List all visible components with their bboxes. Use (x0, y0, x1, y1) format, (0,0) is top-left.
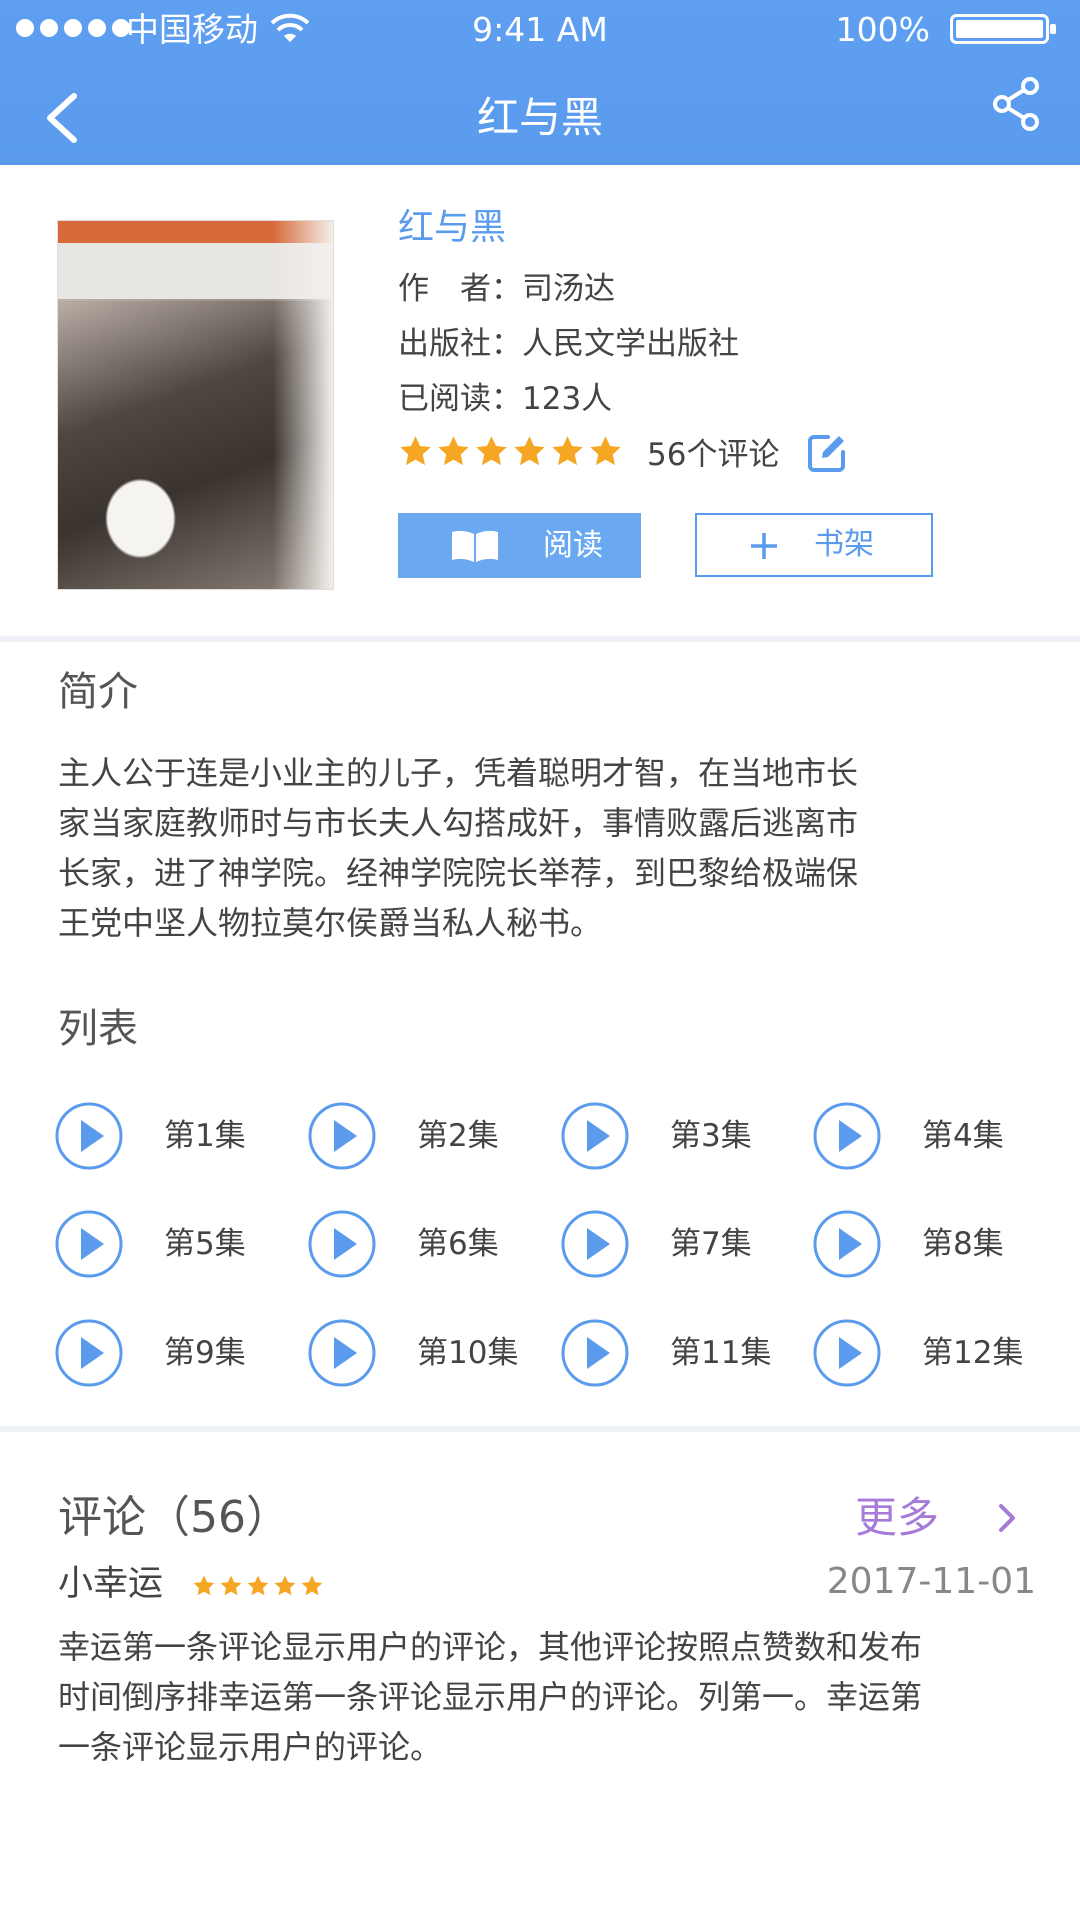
episode-item[interactable]: 第3集 (560, 1100, 800, 1172)
play-icon[interactable] (54, 1209, 124, 1279)
episode-label: 第8集 (922, 1226, 1004, 1262)
star-icon (552, 435, 583, 465)
read-count-value: 123人 (522, 381, 613, 417)
play-icon[interactable] (812, 1101, 882, 1171)
comment-text: 幸运第一条评论显示用户的评论，其他评论按照点赞数和发布 时间倒序排幸运第一条评论… (58, 1622, 1038, 1772)
episode-item[interactable]: 第10集 (307, 1317, 547, 1389)
rating-row: 56个评论 (398, 428, 779, 474)
episode-item[interactable]: 第7集 (560, 1208, 800, 1280)
episode-item[interactable]: 第1集 (54, 1100, 294, 1172)
comment-line: 时间倒序排幸运第一条评论显示用户的评论。列第一。幸运第 (58, 1678, 923, 1716)
star-icon (274, 1575, 296, 1596)
episode-label: 第1集 (164, 1118, 246, 1154)
intro-text: 主人公于连是小业主的儿子，凭着聪明才智，在当地市长 家当家庭教师时与市长夫人勾搭… (58, 748, 968, 948)
episode-label: 第9集 (164, 1335, 246, 1371)
play-icon[interactable] (307, 1101, 377, 1171)
more-comments-link[interactable]: 更多 (855, 1490, 939, 1546)
comment-line: 幸运第一条评论显示用户的评论，其他评论按照点赞数和发布 (58, 1628, 923, 1666)
episode-item[interactable]: 第12集 (812, 1317, 1052, 1389)
author-value: 司汤达 (522, 271, 615, 307)
episode-label: 第6集 (417, 1226, 499, 1262)
episode-item[interactable]: 第11集 (560, 1317, 800, 1389)
episode-item[interactable]: 第8集 (812, 1208, 1052, 1280)
play-icon[interactable] (560, 1318, 630, 1388)
author-label: 作 者： (398, 271, 522, 307)
episode-list-heading: 列表 (58, 1006, 138, 1052)
edit-review-icon[interactable] (806, 432, 848, 474)
publisher-label: 出版社： (398, 326, 522, 362)
intro-line: 王党中坚人物拉莫尔侯爵当私人秘书。 (58, 904, 603, 942)
publisher-row: 出版社：人民文学出版社 (398, 323, 739, 365)
publisher-value: 人民文学出版社 (522, 326, 739, 362)
episode-item[interactable]: 第9集 (54, 1317, 294, 1389)
episode-item[interactable]: 第6集 (307, 1208, 547, 1280)
episode-label: 第7集 (670, 1226, 752, 1262)
read-button[interactable]: 阅读 (398, 513, 641, 578)
play-icon[interactable] (54, 1318, 124, 1388)
episode-label: 第11集 (670, 1335, 772, 1371)
play-icon[interactable] (560, 1101, 630, 1171)
share-icon[interactable] (992, 76, 1042, 132)
episode-item[interactable]: 第5集 (54, 1208, 294, 1280)
episode-label: 第2集 (417, 1118, 499, 1154)
app-header: 中国移动 9:41 AM 100% 红与黑 (0, 0, 1080, 165)
author-row: 作 者：司汤达 (398, 268, 615, 310)
open-book-icon (452, 530, 498, 562)
episode-label: 第12集 (922, 1335, 1024, 1371)
commenter-name: 小幸运 (58, 1564, 164, 1604)
episode-label: 第5集 (164, 1226, 246, 1262)
comment-line: 一条评论显示用户的评论。 (58, 1728, 443, 1766)
read-button-label: 阅读 (543, 528, 603, 563)
plus-icon (751, 533, 777, 559)
rating-stars (398, 434, 623, 469)
intro-line: 长家，进了神学院。经神学院院长举荐，到巴黎给极端保 (58, 854, 859, 892)
star-icon (220, 1575, 242, 1596)
section-divider (0, 1426, 1080, 1432)
comments-heading: 评论（56） (58, 1492, 290, 1543)
star-icon (247, 1575, 269, 1596)
add-to-shelf-button[interactable]: 书架 (695, 513, 933, 577)
episode-label: 第4集 (922, 1118, 1004, 1154)
review-count[interactable]: 56个评论 (647, 429, 779, 474)
play-icon[interactable] (307, 1209, 377, 1279)
episode-label: 第10集 (417, 1335, 519, 1371)
star-icon (514, 435, 545, 465)
star-icon (590, 435, 621, 465)
episode-item[interactable]: 第2集 (307, 1100, 547, 1172)
intro-line: 主人公于连是小业主的儿子，凭着聪明才智，在当地市长 (58, 754, 859, 792)
comment-date: 2017-11-01 (826, 1561, 1036, 1602)
book-title: 红与黑 (398, 207, 507, 248)
battery-percent: 100% (835, 10, 930, 49)
intro-heading: 简介 (58, 669, 138, 715)
comment-rating-stars (192, 1574, 324, 1598)
star-icon (400, 435, 431, 465)
book-cover-image[interactable] (57, 220, 334, 590)
read-count-row: 已阅读：123人 (398, 378, 612, 420)
play-icon[interactable] (54, 1101, 124, 1171)
star-icon (301, 1575, 323, 1596)
play-icon[interactable] (812, 1209, 882, 1279)
star-icon (438, 435, 469, 465)
page-title: 红与黑 (476, 93, 603, 142)
battery-icon (950, 14, 1056, 44)
status-bar: 中国移动 9:41 AM 100% (0, 0, 1080, 60)
star-icon (476, 435, 507, 465)
episode-item[interactable]: 第4集 (812, 1100, 1052, 1172)
section-divider (0, 636, 1080, 642)
play-icon[interactable] (812, 1318, 882, 1388)
play-icon[interactable] (307, 1318, 377, 1388)
shelf-button-label: 书架 (814, 527, 874, 562)
episode-label: 第3集 (670, 1118, 752, 1154)
play-icon[interactable] (560, 1209, 630, 1279)
chevron-right-icon[interactable] (993, 1500, 1021, 1536)
read-count-label: 已阅读： (398, 381, 522, 417)
intro-line: 家当家庭教师时与市长夫人勾搭成奸，事情败露后逃离市 (58, 804, 859, 842)
star-icon (193, 1575, 215, 1596)
